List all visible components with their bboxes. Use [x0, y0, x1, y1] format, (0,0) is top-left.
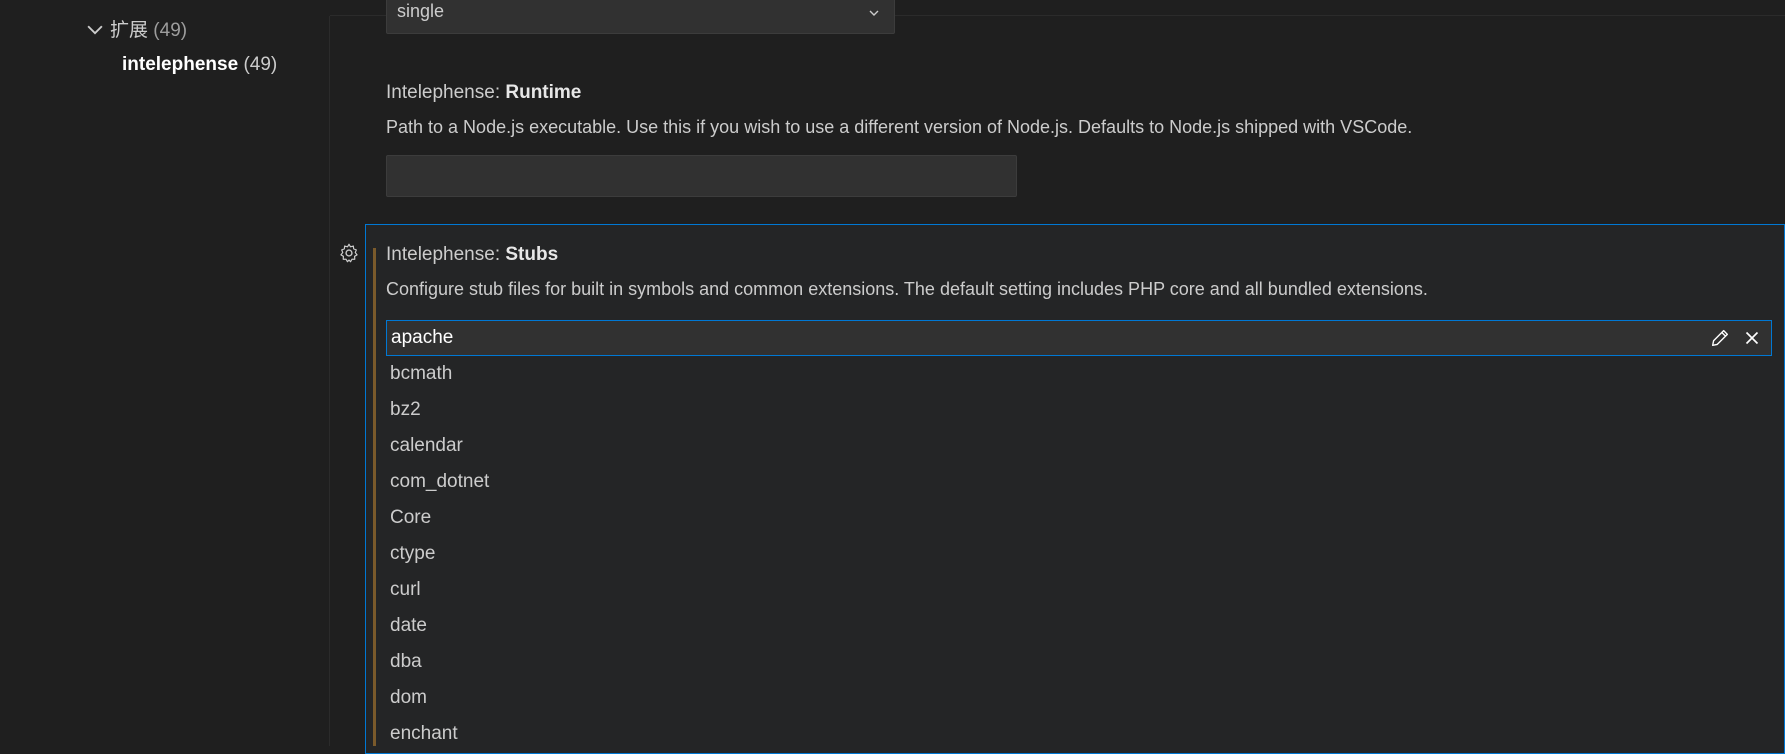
- toc-intelephense-count: (49): [243, 54, 278, 75]
- edit-icon[interactable]: [1709, 327, 1731, 349]
- list-item-label: enchant: [390, 723, 458, 744]
- list-item-label: bcmath: [390, 363, 453, 384]
- setting-title: Intelephense: Stubs: [386, 244, 1428, 266]
- setting-description: Path to a Node.js executable. Use this i…: [386, 117, 1413, 137]
- setting-stubs: Intelephense: Stubs Configure stub files…: [386, 244, 1428, 300]
- settings-toc: 扩展 (49) intelephense (49): [0, 0, 329, 746]
- list-item[interactable]: com_dotnet: [386, 464, 1772, 500]
- stubs-list: apache bcmath bz2 calendar com_dotnet Co…: [386, 320, 1772, 752]
- setting-title: Intelephense: Runtime: [386, 82, 1412, 104]
- gear-icon[interactable]: [338, 242, 360, 264]
- close-icon[interactable]: [1741, 327, 1763, 349]
- modified-indicator: [373, 248, 376, 746]
- setting-name: Runtime: [505, 82, 582, 103]
- list-item-label: date: [390, 615, 427, 636]
- list-item-label: Core: [390, 507, 432, 528]
- runtime-input[interactable]: [386, 155, 1017, 197]
- previous-setting-dropdown[interactable]: single: [386, 0, 895, 34]
- list-item[interactable]: bcmath: [386, 356, 1772, 392]
- list-item-label: dba: [390, 651, 422, 672]
- list-item-label: dom: [390, 687, 427, 708]
- list-item[interactable]: Core: [386, 500, 1772, 536]
- list-item[interactable]: dba: [386, 644, 1772, 680]
- chevron-down-icon: [869, 10, 879, 16]
- list-item-label: ctype: [390, 543, 436, 564]
- setting-runtime: Intelephense: Runtime Path to a Node.js …: [386, 82, 1412, 138]
- toc-extensions-label: 扩展: [110, 20, 149, 41]
- list-item[interactable]: dom: [386, 680, 1772, 716]
- setting-name: Stubs: [505, 244, 559, 265]
- list-item-label: com_dotnet: [390, 471, 490, 492]
- list-item[interactable]: calendar: [386, 428, 1772, 464]
- dropdown-value: single: [397, 1, 445, 21]
- list-item-label: apache: [391, 327, 454, 348]
- settings-editor: single Intelephense: Runtime Path to a N…: [330, 0, 1785, 754]
- setting-prefix: Intelephense:: [386, 244, 506, 265]
- toc-extensions-count: (49): [153, 20, 188, 41]
- list-item[interactable]: curl: [386, 572, 1772, 608]
- item-actions: [1709, 327, 1763, 349]
- list-item[interactable]: enchant: [386, 716, 1772, 752]
- list-item[interactable]: bz2: [386, 392, 1772, 428]
- list-item-label: curl: [390, 579, 421, 600]
- toc-item-extensions[interactable]: 扩展 (49): [84, 17, 187, 45]
- toc-intelephense-label: intelephense: [122, 54, 239, 75]
- chevron-down-icon: [87, 26, 103, 35]
- toc-item-intelephense[interactable]: intelephense (49): [122, 51, 277, 79]
- list-item-label: calendar: [390, 435, 463, 456]
- setting-description: Configure stub files for built in symbol…: [386, 279, 1428, 299]
- list-item-label: bz2: [390, 399, 421, 420]
- list-item[interactable]: apache: [386, 320, 1772, 356]
- list-item[interactable]: date: [386, 608, 1772, 644]
- setting-prefix: Intelephense:: [386, 82, 506, 103]
- list-item[interactable]: ctype: [386, 536, 1772, 572]
